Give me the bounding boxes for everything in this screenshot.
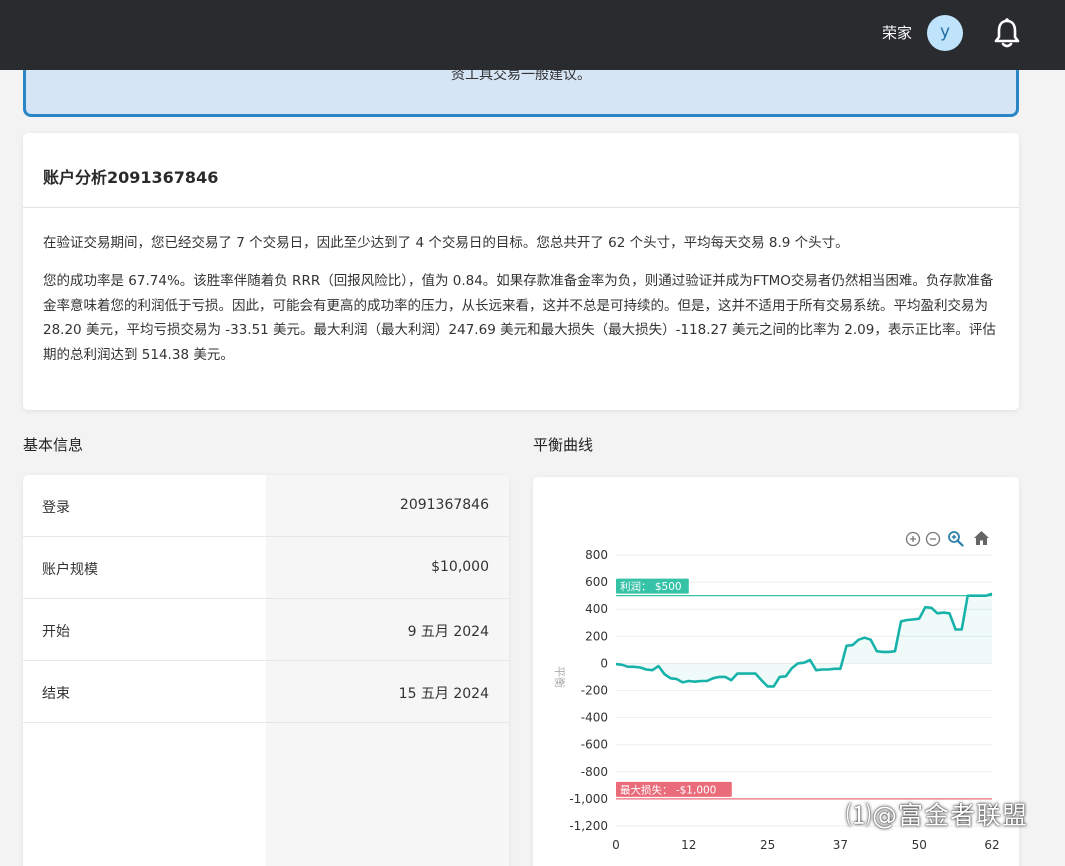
info-row-login: 登录 2091367846 — [23, 475, 509, 537]
x-axis-ticks: 0 12 25 37 50 62 — [612, 838, 999, 852]
y-tick-label: -800 — [581, 765, 608, 779]
info-label: 账户规模 — [42, 562, 98, 578]
y-axis-label: 平衡 — [553, 666, 566, 688]
info-row-start: 开始 9 五月 2024 — [23, 599, 509, 661]
divider — [23, 207, 1019, 208]
balance-curve-title: 平衡曲线 — [533, 436, 594, 454]
analysis-paragraph-2: 您的成功率是 67.74%。该胜率伴随着负 RRR（回报风险比），值为 0.84… — [43, 273, 996, 363]
info-label: 登录 — [42, 500, 70, 516]
x-tick-label: 0 — [612, 838, 620, 852]
x-tick-label: 12 — [681, 838, 696, 852]
user-avatar[interactable]: y — [927, 15, 963, 51]
info-value: 9 五月 2024 — [407, 624, 489, 640]
basic-info-title: 基本信息 — [23, 436, 84, 454]
bell-icon[interactable] — [992, 17, 1022, 49]
y-tick-label: 800 — [585, 548, 608, 562]
watermark: ⑴@富金者联盟 — [846, 801, 1029, 830]
basic-info-card: 登录 2091367846 账户规模 $10,000 开始 9 五月 2024 … — [23, 475, 509, 866]
y-tick-label: 600 — [585, 575, 608, 589]
analysis-title: 账户分析2091367846 — [43, 168, 219, 187]
info-label: 开始 — [42, 624, 70, 640]
y-tick-label: 200 — [585, 629, 608, 643]
x-tick-label: 50 — [912, 838, 927, 852]
y-tick-label: -1,000 — [569, 792, 608, 806]
info-label: 结束 — [42, 686, 70, 702]
analysis-paragraph-1: 在验证交易期间，您已经交易了 7 个交易日，因此至少达到了 4 个交易日的目标。… — [43, 235, 849, 251]
info-value: 2091367846 — [399, 497, 489, 513]
y-tick-label: -200 — [581, 684, 608, 698]
y-tick-label: -1,200 — [569, 819, 608, 833]
x-tick-label: 37 — [833, 838, 848, 852]
x-tick-label: 25 — [760, 838, 775, 852]
x-tick-label: 62 — [984, 838, 999, 852]
info-value: 15 五月 2024 — [398, 686, 489, 702]
y-tick-label: -400 — [581, 711, 608, 725]
info-row-end: 结束 15 五月 2024 — [23, 661, 509, 723]
top-navigation-bar: 荣家 y — [0, 0, 1065, 70]
y-axis-ticks: 800 600 400 200 0 -200 -400 -600 -800 -1,000 -1,20… — [569, 548, 608, 833]
y-tick-label: -600 — [581, 738, 608, 752]
y-tick-label: 400 — [585, 602, 608, 616]
balance-area — [616, 593, 992, 687]
annotation-label: 最大损失： -$1,000 — [620, 783, 716, 796]
info-row-account-size: 账户规模 $10,000 — [23, 537, 509, 599]
annotation-labels: 利润： $500 最大损失： -$1,000 — [616, 578, 732, 797]
info-value: $10,000 — [431, 559, 489, 575]
user-name[interactable]: 荣家 — [882, 22, 912, 43]
annotation-label: 利润： $500 — [620, 580, 682, 593]
account-analysis-card: 账户分析2091367846 在验证交易期间，您已经交易了 7 个交易日，因此至… — [23, 133, 1019, 410]
y-tick-label: 0 — [600, 656, 608, 670]
